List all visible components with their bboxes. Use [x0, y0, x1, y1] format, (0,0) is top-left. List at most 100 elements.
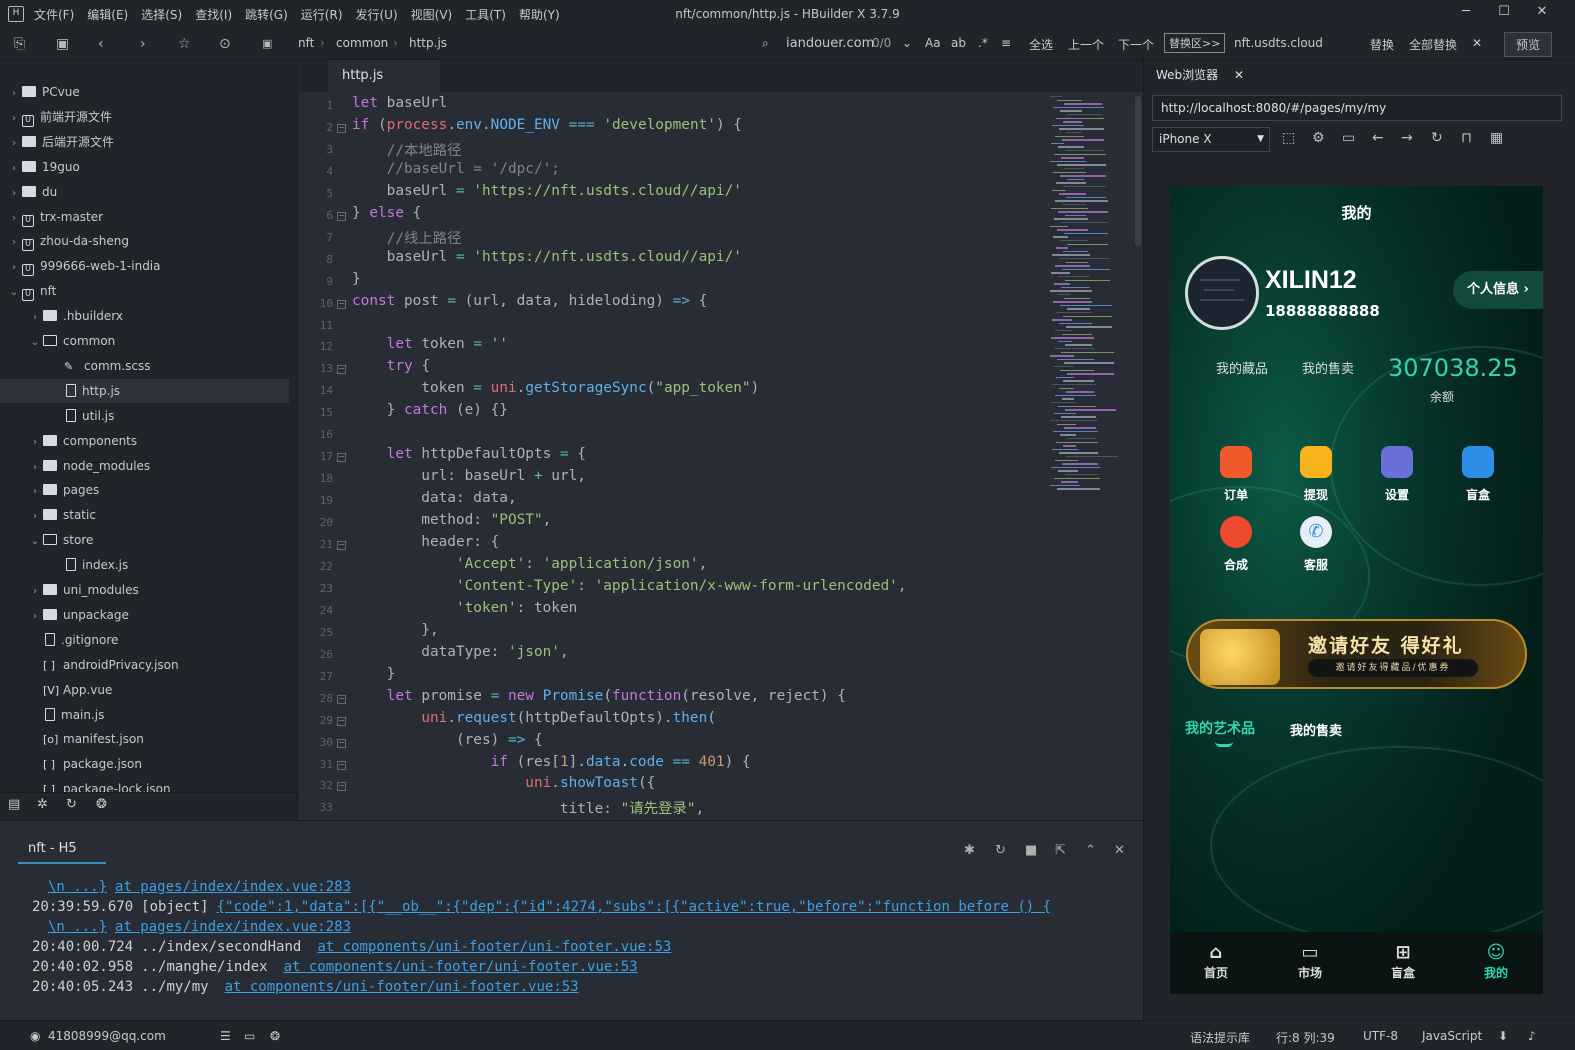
tree-item[interactable]: util.js [0, 404, 289, 428]
tab-http-js[interactable]: http.js [328, 60, 440, 92]
fold-toggle-icon[interactable]: − [337, 123, 346, 133]
replace-button[interactable]: 替换 [1370, 36, 1394, 53]
menu-item[interactable]: 跳转(G) [245, 6, 288, 23]
syntax-lib-button[interactable]: 语法提示库 [1190, 1029, 1250, 1046]
tree-item[interactable]: [ ] package.json [0, 752, 289, 776]
fold-toggle-icon[interactable]: − [337, 365, 346, 375]
menu-item[interactable]: 选择(S) [141, 6, 182, 23]
menu-item[interactable]: 查找(I) [195, 6, 232, 23]
tree-item[interactable]: › 后端开源文件 [0, 130, 289, 154]
nav-mine[interactable]: ☺ 我的 [1466, 942, 1526, 981]
plugin-icon[interactable]: ❂ [270, 1029, 280, 1043]
tree-item[interactable]: › unpackage [0, 603, 289, 627]
tree-item[interactable]: › 19guo [0, 155, 289, 179]
back-icon[interactable]: ‹ [98, 34, 104, 54]
fold-toggle-icon[interactable]: − [337, 782, 346, 792]
tree-item[interactable]: › Uzhou-da-sheng [0, 229, 289, 253]
close-search-icon[interactable]: ✕ [1472, 36, 1482, 50]
code-editor[interactable]: 1 let baseUrl 2− if (process.env.NODE_ENV =… [299, 92, 1143, 820]
open-external-icon[interactable]: ⇱ [1055, 843, 1066, 858]
git-icon[interactable]: ↻ [66, 797, 77, 812]
browser-tab[interactable]: Web浏览器 ✕ [1156, 66, 1244, 83]
settings-button[interactable]: 设置 [1367, 446, 1427, 503]
menu-item[interactable]: 视图(V) [411, 6, 453, 23]
console-source-link[interactable]: at pages/index/index.vue:283 [115, 879, 351, 895]
favorite-icon[interactable]: ☆ [178, 34, 191, 54]
minimize-icon[interactable]: ─ [1451, 4, 1481, 24]
console-object-link[interactable]: \n ...} [48, 919, 107, 935]
bell-icon[interactable]: ♪ [1528, 1029, 1536, 1043]
device-select[interactable]: iPhone X ▼ [1152, 127, 1270, 152]
language-mode[interactable]: JavaScript [1422, 1029, 1482, 1043]
fold-toggle-icon[interactable]: − [337, 716, 346, 726]
vertical-scrollbar[interactable] [1135, 96, 1141, 246]
encoding[interactable]: UTF-8 [1363, 1029, 1398, 1043]
plugin-icon[interactable]: ❂ [96, 797, 107, 812]
my-collection-link[interactable]: 我的藏品 [1216, 358, 1268, 377]
fold-toggle-icon[interactable]: − [337, 738, 346, 748]
tree-item[interactable]: › du [0, 180, 289, 204]
prev-match-button[interactable]: 上一个 [1068, 36, 1104, 53]
console-source-link[interactable]: at components/uni-footer/uni-footer.vue:… [317, 939, 671, 955]
settings-icon[interactable]: ⚙ [1312, 130, 1325, 146]
menu-item[interactable]: 发行(U) [356, 6, 398, 23]
stop-icon[interactable]: ■ [1025, 843, 1037, 858]
menu-item[interactable]: 编辑(E) [87, 6, 128, 23]
menu-item[interactable]: 工具(T) [465, 6, 506, 23]
fold-toggle-icon[interactable]: − [337, 211, 346, 221]
collapse-icon[interactable]: ⌃ [1085, 843, 1096, 858]
console-object-link[interactable]: \n ...} [48, 879, 107, 895]
forward-icon[interactable]: › [140, 34, 146, 54]
run-icon[interactable]: ⊙ [219, 34, 231, 54]
rotate-icon[interactable]: ⬚ [1282, 130, 1295, 146]
list-icon[interactable]: ☰ [220, 1029, 231, 1043]
menu-item[interactable]: 文件(F) [34, 6, 74, 23]
replace-input[interactable]: nft.usdts.cloud [1234, 36, 1323, 50]
fold-toggle-icon[interactable]: − [337, 760, 346, 770]
avatar[interactable] [1185, 256, 1259, 330]
search-input[interactable]: iandouer.com [786, 36, 874, 51]
my-sales-link[interactable]: 我的售卖 [1302, 358, 1354, 377]
console-object-link[interactable]: {"code":1,"data":[{"__ob__":{"dep":{"id"… [217, 899, 1051, 915]
menu-item[interactable]: 帮助(Y) [519, 6, 560, 23]
tree-item[interactable]: › node_modules [0, 454, 289, 478]
close-icon[interactable]: ✕ [1527, 4, 1557, 24]
clear-console-icon[interactable]: ✕ [1114, 843, 1125, 858]
tree-item[interactable]: › components [0, 429, 289, 453]
invite-banner[interactable]: 邀请好友 得好礼 邀请好友得藏品/优惠券 [1186, 619, 1527, 689]
blindbox-button[interactable]: 盲盒 [1448, 446, 1508, 503]
nav-market[interactable]: ▭ 市场 [1280, 942, 1340, 981]
restart-icon[interactable]: ↻ [995, 843, 1006, 858]
new-file-icon[interactable]: ⎘ [14, 34, 25, 54]
compose-button[interactable]: 合成 [1206, 516, 1266, 573]
breadcrumb-item[interactable]: common [336, 36, 388, 50]
preview-button[interactable]: 预览 [1504, 32, 1553, 57]
cursor-position[interactable]: 行:8 列:39 [1276, 1029, 1335, 1046]
next-match-button[interactable]: 下一个 [1118, 36, 1154, 53]
filter-icon[interactable]: ≡ [1001, 36, 1011, 50]
tree-item[interactable]: main.js [0, 703, 289, 727]
minimap[interactable] [1044, 96, 1118, 496]
tree-item[interactable]: › pages [0, 478, 289, 502]
tree-item[interactable]: [V] App.vue [0, 678, 289, 702]
console-source-link[interactable]: at components/uni-footer/uni-footer.vue:… [225, 979, 579, 995]
fold-toggle-icon[interactable]: − [337, 299, 346, 309]
close-browser-tab-icon[interactable]: ✕ [1234, 68, 1244, 82]
tree-item[interactable]: ✎ comm.scss [0, 354, 289, 378]
replace-scope-button[interactable]: 替换区>> [1164, 33, 1226, 53]
lock-icon[interactable]: ⊓ [1461, 130, 1472, 146]
profile-info-button[interactable]: 个人信息 › [1453, 271, 1543, 309]
chevron-down-icon[interactable]: ⌄ [902, 36, 912, 50]
fold-toggle-icon[interactable]: − [337, 453, 346, 463]
match-case-icon[interactable]: Aa [925, 36, 941, 50]
whole-word-icon[interactable]: ab [951, 36, 966, 50]
forward-icon[interactable]: → [1401, 130, 1413, 146]
tree-item[interactable]: http.js [0, 378, 289, 403]
tree-item[interactable]: ⌄ Unft [0, 279, 289, 303]
withdraw-button[interactable]: 提现 [1286, 446, 1346, 503]
fold-toggle-icon[interactable]: − [337, 541, 346, 550]
tree-item[interactable]: › .hbuilderx [0, 304, 289, 328]
tab-my-sales[interactable]: 我的售卖 [1290, 720, 1342, 739]
replace-all-button[interactable]: 全部替换 [1409, 36, 1457, 53]
tree-item[interactable]: ⌄ common [0, 329, 289, 353]
